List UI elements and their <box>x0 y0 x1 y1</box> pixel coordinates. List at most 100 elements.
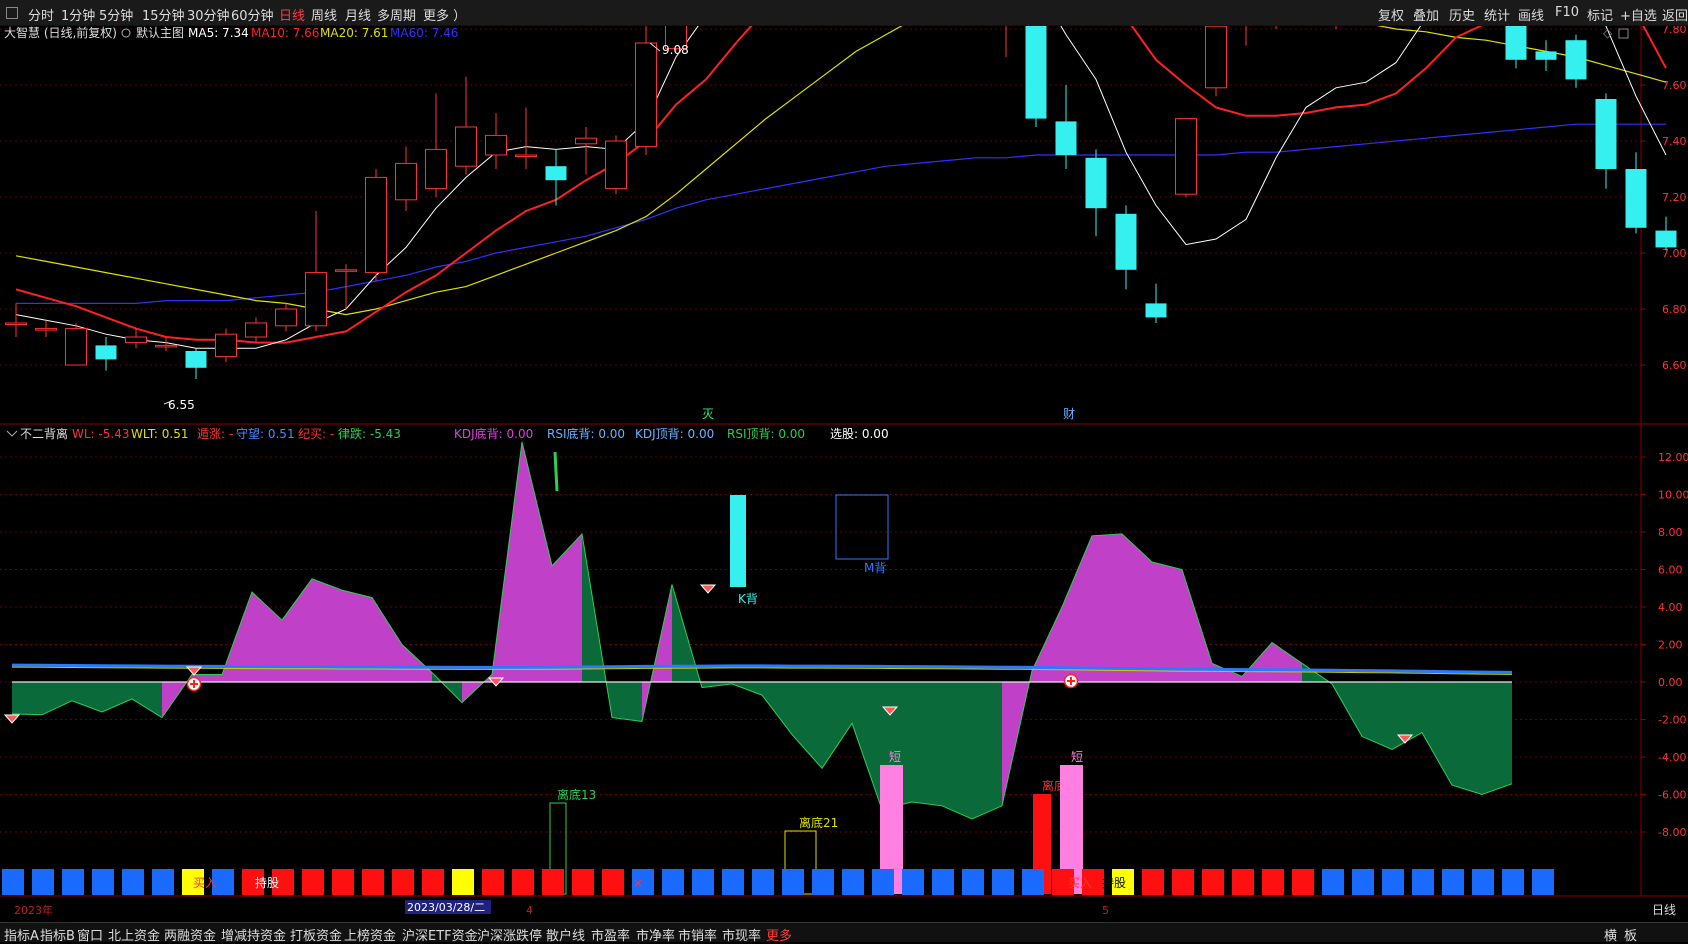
tool-button-2[interactable]: 历史 <box>1449 5 1475 24</box>
signal-square <box>362 869 384 895</box>
ind-axis-label: 12.00 <box>1658 451 1688 464</box>
signal-square <box>1022 869 1044 895</box>
spike-marker <box>553 451 559 492</box>
month-4-label: 4 <box>526 904 533 917</box>
legend-ma60: MA60: 7.46 <box>390 26 458 40</box>
price-axis-label: 7.40 <box>1662 135 1687 148</box>
m-divergence-label: M背 <box>864 561 886 575</box>
candle <box>185 348 207 379</box>
period-tab-8[interactable]: 月线 <box>345 5 371 24</box>
period-tab-5[interactable]: 60分钟 <box>231 5 274 24</box>
indicator-tab-2[interactable]: 窗口 <box>77 925 103 944</box>
wl-line <box>11 441 1513 820</box>
candle <box>1625 152 1647 234</box>
tool-button-8[interactable]: 返回 <box>1662 5 1688 24</box>
indicator-tab-9[interactable]: 沪深涨跌停 <box>477 925 542 944</box>
candle-body <box>1595 99 1617 169</box>
candle-body <box>1175 118 1197 195</box>
candle <box>1275 26 1277 29</box>
signal-diamond-icon <box>699 584 717 594</box>
indicator-tab-4[interactable]: 两融资金 <box>164 925 216 944</box>
indicator-tab-7[interactable]: 上榜资金 <box>344 925 396 944</box>
candle <box>1175 118 1197 197</box>
layout-toggle-0[interactable]: 横 <box>1604 925 1617 944</box>
signal-square <box>422 869 444 895</box>
tool-button-3[interactable]: 统计 <box>1484 5 1510 24</box>
price-axis-label: 6.80 <box>1662 303 1687 316</box>
indicator-tab-12[interactable]: 市净率 <box>636 925 675 944</box>
ind-axis-label: 2.00 <box>1658 639 1683 652</box>
candle-body <box>305 272 327 327</box>
signal-square <box>452 869 474 895</box>
signal-square <box>1382 869 1404 895</box>
indicator-tab-1[interactable]: 指标B <box>40 925 75 944</box>
tool-button-1[interactable]: 叠加 <box>1413 5 1439 24</box>
ind-legend-zz: 遁涨: - <box>197 426 233 441</box>
candle <box>425 93 447 197</box>
tool-button-4[interactable]: 画线 <box>1518 5 1544 24</box>
period-tab-9[interactable]: 多周期 <box>377 5 416 24</box>
candle <box>5 303 27 337</box>
candle-body <box>5 322 27 325</box>
indicator-tab-0[interactable]: 指标A <box>4 925 39 944</box>
candle-body <box>575 137 597 145</box>
chart-area[interactable]: 9.008.808.608.408.208.007.807.607.407.20… <box>0 26 1688 922</box>
candle <box>455 76 477 175</box>
indicator-tab-6[interactable]: 打板资金 <box>290 925 342 944</box>
candle-body <box>515 154 537 157</box>
candle <box>1655 216 1677 251</box>
period-tab-7[interactable]: 周线 <box>311 5 337 24</box>
period-tab-3[interactable]: 15分钟 <box>142 5 185 24</box>
period-tab-10[interactable]: 更多 ） <box>423 5 466 24</box>
indicator-tab-15[interactable]: 更多 <box>766 925 792 944</box>
window-menu-icon[interactable] <box>6 7 18 19</box>
tool-button-7[interactable]: +自选 <box>1620 5 1657 24</box>
signal-square <box>1142 869 1164 895</box>
signal-square <box>122 869 144 895</box>
indicator-tab-5[interactable]: 增减持资金 <box>221 925 286 944</box>
ind-legend-jm: 纪买: - <box>298 427 334 441</box>
tool-button-0[interactable]: 复权 <box>1378 5 1404 24</box>
lidi21-label: 离底21 <box>799 815 838 830</box>
signal-square <box>812 869 834 895</box>
period-tab-6[interactable]: 日线 <box>279 5 305 24</box>
ind-axis-label: 0.00 <box>1658 676 1683 689</box>
period-tab-0[interactable]: 分时 <box>28 5 54 24</box>
candle <box>95 337 117 371</box>
indicator-tab-3[interactable]: 北上资金 <box>108 925 160 944</box>
ind-legend-wlt: WLT: 0.51 <box>131 427 189 441</box>
candle-body <box>605 140 627 190</box>
period-tab-4[interactable]: 30分钟 <box>187 5 230 24</box>
bear-area <box>582 533 672 722</box>
signal-square <box>1172 869 1194 895</box>
candle-body <box>1505 26 1527 60</box>
signal-square <box>662 869 684 895</box>
candle <box>65 323 87 366</box>
tool-button-6[interactable]: 标记 <box>1587 5 1613 24</box>
signal-square <box>902 869 924 895</box>
period-toolbar: 分时 1分钟 5分钟 15分钟 30分钟 60分钟 日线 周线 月线 多周期 更多 ） 复权 叠加 历史统… <box>0 0 1688 26</box>
period-tab-2[interactable]: 5分钟 <box>99 5 133 24</box>
signal-square <box>722 869 744 895</box>
indicator-tab-8[interactable]: 沪深ETF资金 <box>402 925 478 944</box>
signal-square <box>932 869 954 895</box>
candle <box>1535 40 1557 71</box>
indicator-tab-10[interactable]: 散户线 <box>546 925 585 944</box>
ind-legend-rsi_low: RSI底背: 0.00 <box>547 426 625 441</box>
ind-axis-label: 4.00 <box>1658 601 1683 614</box>
tool-button-5[interactable]: F10 <box>1555 5 1579 20</box>
indicator-tab-14[interactable]: 市现率 <box>722 925 761 944</box>
period-label: 日线 <box>1652 903 1676 917</box>
period-tab-1[interactable]: 1分钟 <box>61 5 95 24</box>
candle <box>575 127 597 175</box>
ind-axis-label: 10.00 <box>1658 489 1688 502</box>
lidi13-label-1: 离底13 <box>557 787 596 802</box>
layout-toggle-1[interactable]: 板 <box>1624 925 1637 944</box>
k-divergence-bar <box>730 495 746 587</box>
signal-square <box>1322 869 1344 895</box>
indicator-tab-13[interactable]: 市销率 <box>678 925 717 944</box>
month-5-label: 5 <box>1102 904 1109 917</box>
indicator-tab-11[interactable]: 市盈率 <box>591 925 630 944</box>
price-axis-label: 7.80 <box>1662 26 1687 36</box>
price-axis-label: 7.20 <box>1662 191 1687 204</box>
